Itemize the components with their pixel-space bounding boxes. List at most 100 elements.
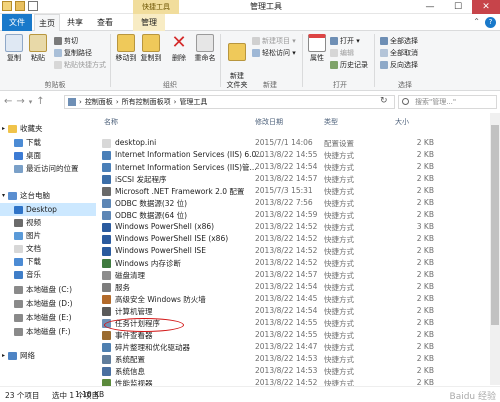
nav-documents[interactable]: 文档 [14,242,41,255]
nav-desktop-pc[interactable]: Desktop [0,203,96,216]
table-row[interactable]: Windows 内存诊断 2013/8/22 14:52 快捷方式 2 KB [98,257,490,269]
nav-disk-e[interactable]: 本地磁盘 (E:) [14,311,72,324]
table-row[interactable]: Windows PowerShell ISE 2013/8/22 14:52 快捷方… [98,245,490,257]
table-row[interactable]: desktop.ini 2015/7/1 14:06 配置设置 2 KB [98,137,490,149]
table-row[interactable]: Microsoft .NET Framework 2.0 配置 2015/7/3 … [98,185,490,197]
back-button[interactable]: ← [4,96,12,109]
nav-pictures[interactable]: 图片 [14,229,41,242]
file-type: 快捷方式 [324,367,354,376]
file-date: 2013/8/22 7:56 [255,198,313,207]
tab-home[interactable]: 主页 [34,14,60,31]
minimize-button[interactable]: — [416,0,444,14]
copy-to-button[interactable]: 复制到 [140,34,162,63]
delete-button[interactable]: ✕ 删除 [168,34,190,63]
table-row[interactable]: 计算机管理 2013/8/22 14:54 快捷方式 2 KB [98,305,490,317]
table-row[interactable]: ODBC 数据源(32 位) 2013/8/22 7:56 快捷方式 2 KB [98,197,490,209]
file-name: 高级安全 Windows 防火墙 [115,295,206,304]
breadcrumb-item[interactable]: 所有控制面板项 [122,97,171,107]
chevron-down-icon[interactable]: ⌃ [473,17,480,26]
new-folder-icon[interactable] [28,1,38,11]
close-button[interactable]: ✕ [472,0,500,14]
up-button[interactable]: ↑ [36,96,44,109]
nav-downloads[interactable]: 下载 [14,136,41,149]
nav-disk-f[interactable]: 本地磁盘 (F:) [14,325,71,338]
column-header-name[interactable]: 名称 [104,117,118,127]
table-row[interactable]: iSCSI 发起程序 2013/8/22 14:57 快捷方式 2 KB [98,173,490,185]
paste-shortcut-button[interactable]: 粘贴快捷方式 [54,60,106,70]
table-row[interactable]: 服务 2013/8/22 14:54 快捷方式 2 KB [98,281,490,293]
file-date: 2013/8/22 14:47 [255,342,318,351]
nav-network[interactable]: ▸ 网络 [2,349,35,362]
help-icon[interactable]: ? [485,17,496,28]
column-header-date[interactable]: 修改日期 [255,117,283,127]
properties-button[interactable]: 属性 [306,34,328,63]
select-all-button[interactable]: 全部选择 [380,36,418,46]
nav-disk-c[interactable]: 本地磁盘 (C:) [14,283,72,296]
column-header-size[interactable]: 大小 [395,117,409,127]
chevron-down-icon[interactable]: ▾ [29,96,33,109]
table-row[interactable]: Windows PowerShell (x86) 2013/8/22 14:52 快… [98,221,490,233]
select-none-label: 全部取消 [390,49,418,57]
folder-icon[interactable] [2,1,12,11]
file-type: 快捷方式 [324,307,354,316]
tab-share[interactable]: 共享 [62,14,88,31]
history-button[interactable]: 历史记录 [330,60,368,70]
table-row[interactable]: 碎片整理和优化驱动器 2013/8/22 14:47 快捷方式 2 KB [98,341,490,353]
nav-disk-d[interactable]: 本地磁盘 (D:) [14,297,73,310]
properties-icon[interactable] [15,1,25,11]
new-item-button[interactable]: 新建项目 ▾ [252,36,296,46]
new-folder-button[interactable]: 新建 文件夹 [224,34,250,90]
nav-this-pc[interactable]: ▾ 这台电脑 [2,189,50,202]
open-button[interactable]: 打开 ▾ [330,36,360,46]
scrollbar-thumb[interactable] [491,125,499,325]
breadcrumb-item[interactable]: 管理工具 [179,97,207,107]
nav-label: 下载 [26,257,41,266]
file-icon [102,295,111,304]
nav-downloads-pc[interactable]: 下载 [14,255,41,268]
column-header-type[interactable]: 类型 [324,117,338,127]
address-bar[interactable]: › 控制面板 › 所有控制面板项 › 管理工具 [64,95,395,109]
copy-button[interactable]: 复制 [3,34,25,63]
table-row[interactable]: 系统配置 2013/8/22 14:53 快捷方式 2 KB [98,353,490,365]
group-label-select: 选择 [398,81,412,89]
music-icon [14,270,23,279]
desktop-icon [14,205,23,214]
refresh-button[interactable]: ↻ [380,96,388,106]
edit-button[interactable]: 编辑 [330,48,354,58]
forward-button[interactable]: → [16,96,24,109]
table-row[interactable]: 磁盘清理 2013/8/22 14:57 快捷方式 2 KB [98,269,490,281]
group-label-clipboard: 剪贴板 [44,81,66,89]
nav-favorites[interactable]: ▸ 收藏夹 [2,122,43,135]
nav-label: 文档 [26,244,41,253]
file-list: 名称 修改日期 类型 大小 desktop.ini 2015/7/1 14:06 配… [98,113,490,388]
table-row[interactable]: 高级安全 Windows 防火墙 2013/8/22 14:45 快捷方式 2 KB [98,293,490,305]
easy-access-button[interactable]: 轻松访问 ▾ [252,48,296,58]
copy-label: 复制 [7,54,21,62]
copy-path-button[interactable]: 复制路径 [54,48,92,58]
tab-view[interactable]: 查看 [92,14,118,31]
select-none-button[interactable]: 全部取消 [380,48,418,58]
search-input[interactable]: 搜索"管理..." [398,95,497,109]
table-row[interactable]: ODBC 数据源(64 位) 2013/8/22 14:59 快捷方式 2 KB [98,209,490,221]
paste-icon [29,34,47,52]
table-row[interactable]: Windows PowerShell ISE (x86) 2013/8/22 14… [98,233,490,245]
nav-recent[interactable]: 最近访问的位置 [14,162,79,175]
table-row[interactable]: Internet Information Services (IIS)管... 2… [98,161,490,173]
rename-button[interactable]: 重命名 [194,34,216,63]
maximize-button[interactable]: ☐ [444,0,472,14]
search-icon [402,98,409,105]
nav-videos[interactable]: 视频 [14,216,41,229]
navigation-buttons: ← → ▾ ↑ [4,96,45,109]
tab-file[interactable]: 文件 [2,14,32,31]
move-to-button[interactable]: 移动到 [115,34,137,63]
table-row[interactable]: 系统信息 2013/8/22 14:53 快捷方式 2 KB [98,365,490,377]
nav-music[interactable]: 音乐 [14,268,41,281]
breadcrumb-item[interactable]: 控制面板 [85,97,113,107]
tab-manage[interactable]: 管理 [133,14,165,31]
nav-desktop[interactable]: 桌面 [14,149,41,162]
nav-label: 本地磁盘 (C:) [26,285,72,294]
cut-button[interactable]: 剪切 [54,36,78,46]
paste-button[interactable]: 粘贴 [27,34,49,63]
table-row[interactable]: Internet Information Services (IIS) 6.0.… [98,149,490,161]
invert-selection-button[interactable]: 反向选择 [380,60,418,70]
